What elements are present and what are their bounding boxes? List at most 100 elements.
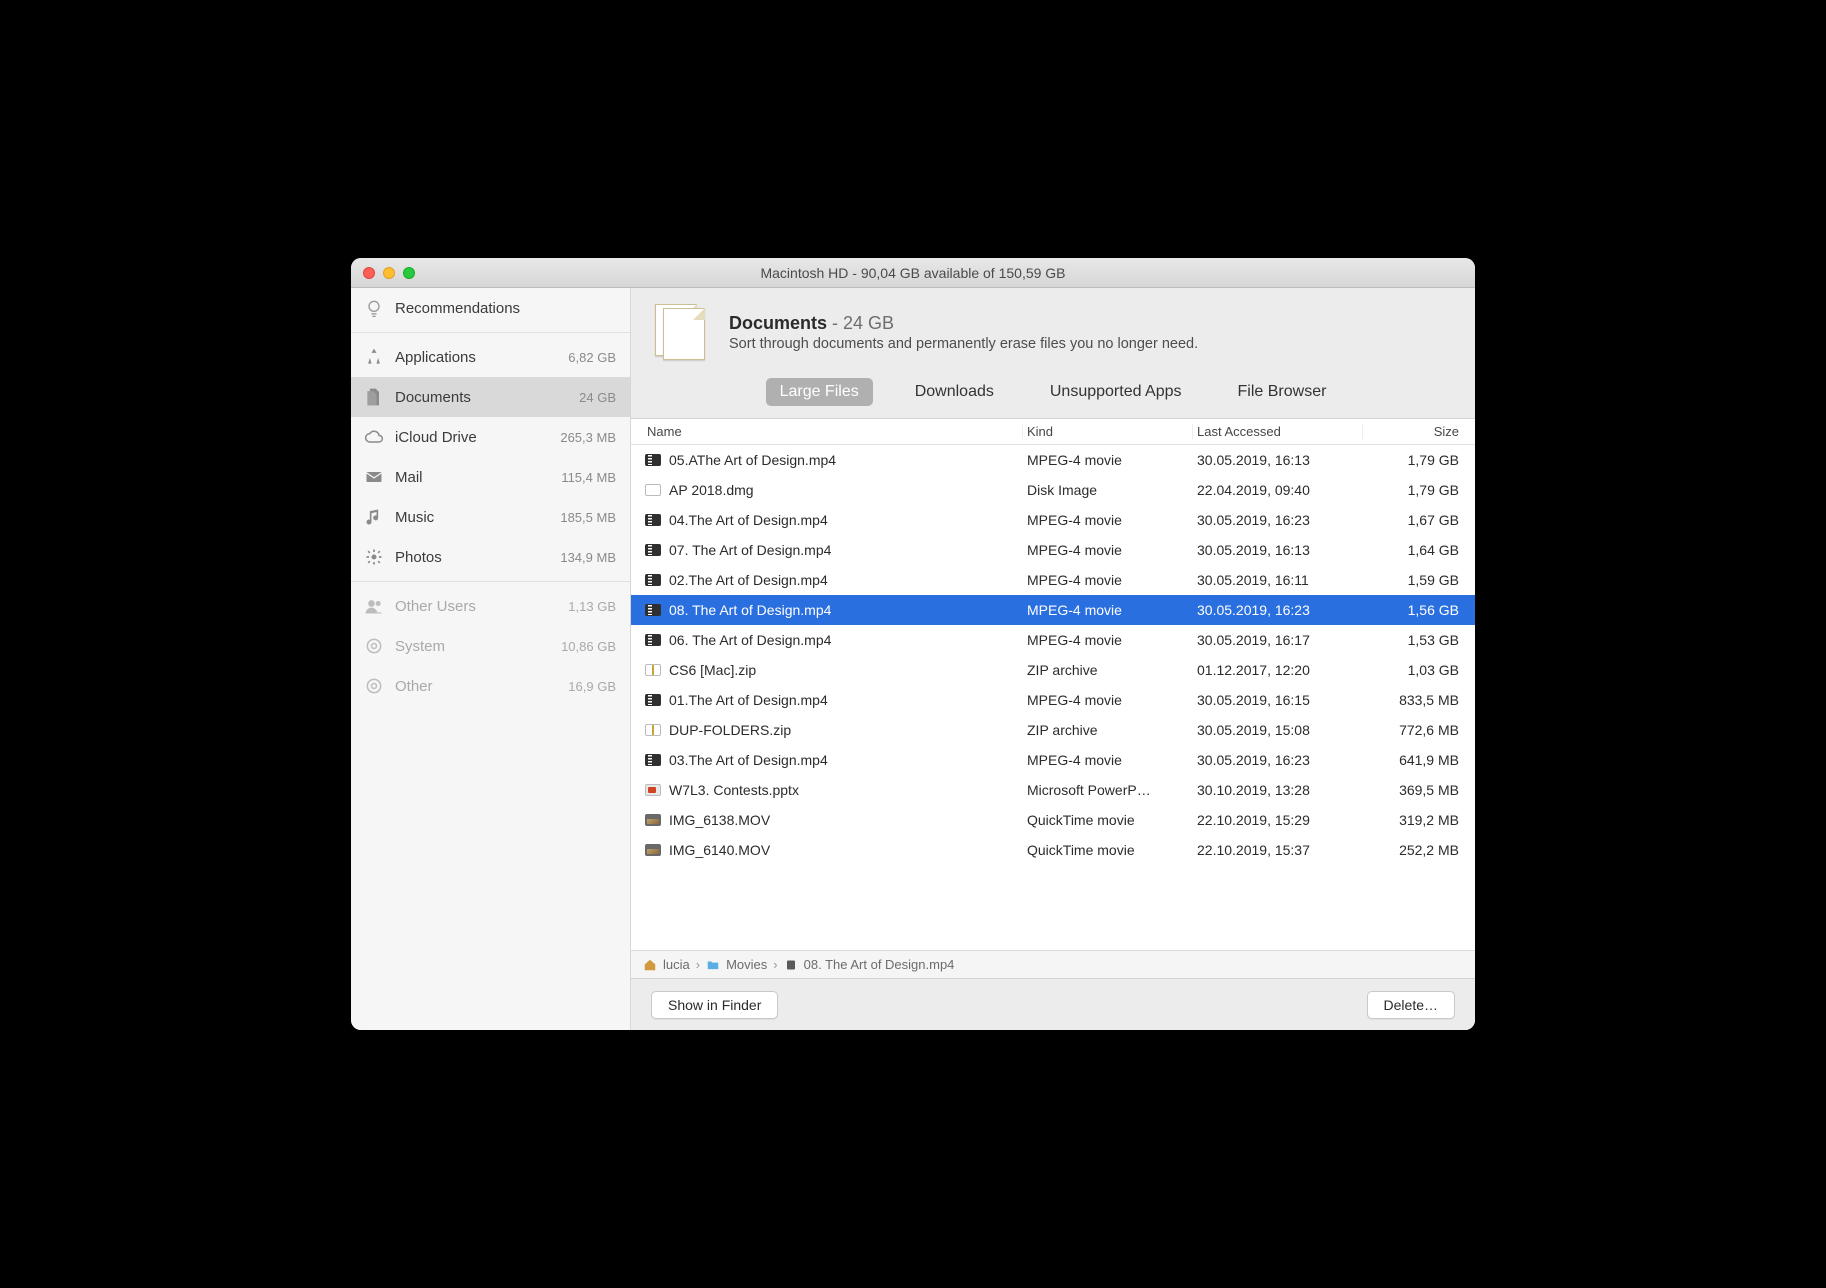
table-row[interactable]: 03.The Art of Design.mp4MPEG-4 movie30.0… [631, 745, 1475, 775]
folder-icon [706, 958, 720, 972]
sidebar-item-size: 185,5 MB [560, 510, 616, 525]
file-type-icon [645, 514, 661, 526]
sidebar-item-other: Other16,9 GB [351, 666, 630, 706]
table-row[interactable]: 07. The Art of Design.mp4MPEG-4 movie30.… [631, 535, 1475, 565]
sidebar-item-mail[interactable]: Mail115,4 MB [351, 457, 630, 497]
file-accessed: 30.05.2019, 15:08 [1193, 722, 1363, 738]
table-row[interactable]: 04.The Art of Design.mp4MPEG-4 movie30.0… [631, 505, 1475, 535]
titlebar[interactable]: Macintosh HD - 90,04 GB available of 150… [351, 258, 1475, 288]
file-kind: MPEG-4 movie [1023, 452, 1193, 468]
table-row[interactable]: IMG_6140.MOVQuickTime movie22.10.2019, 1… [631, 835, 1475, 865]
delete-button[interactable]: Delete… [1367, 991, 1455, 1019]
close-icon[interactable] [363, 267, 375, 279]
sidebar-item-size: 265,3 MB [560, 430, 616, 445]
table-row[interactable]: AP 2018.dmgDisk Image22.04.2019, 09:401,… [631, 475, 1475, 505]
sidebar-item-label: Music [395, 509, 550, 526]
header-title: Documents [729, 313, 827, 333]
file-type-icon [645, 724, 661, 736]
path-item[interactable]: Movies [706, 957, 767, 972]
file-size: 1,64 GB [1363, 542, 1463, 558]
sidebar-item-icloud-drive[interactable]: iCloud Drive265,3 MB [351, 417, 630, 457]
table-row[interactable]: 06. The Art of Design.mp4MPEG-4 movie30.… [631, 625, 1475, 655]
chevron-right-icon: › [773, 957, 777, 972]
home-icon [643, 958, 657, 972]
table-row[interactable]: 08. The Art of Design.mp4MPEG-4 movie30.… [631, 595, 1475, 625]
path-label: Movies [726, 957, 767, 972]
sidebar-item-applications[interactable]: Applications6,82 GB [351, 337, 630, 377]
file-kind: MPEG-4 movie [1023, 752, 1193, 768]
file-size: 1,59 GB [1363, 572, 1463, 588]
maximize-icon[interactable] [403, 267, 415, 279]
file-size: 1,03 GB [1363, 662, 1463, 678]
sidebar-item-size: 16,9 GB [568, 679, 616, 694]
file-kind: MPEG-4 movie [1023, 572, 1193, 588]
file-type-icon [645, 664, 661, 676]
path-label: 08. The Art of Design.mp4 [804, 957, 955, 972]
file-accessed: 22.04.2019, 09:40 [1193, 482, 1363, 498]
file-name: 07. The Art of Design.mp4 [643, 542, 1023, 558]
file-kind: MPEG-4 movie [1023, 542, 1193, 558]
sidebar-item-label: Mail [395, 469, 551, 486]
file-table: Name Kind Last Accessed Size 05.AThe Art… [631, 418, 1475, 950]
tab-unsupported-apps[interactable]: Unsupported Apps [1036, 378, 1196, 406]
file-accessed: 30.05.2019, 16:11 [1193, 572, 1363, 588]
minimize-icon[interactable] [383, 267, 395, 279]
file-type-icon [645, 454, 661, 466]
file-accessed: 30.05.2019, 16:15 [1193, 692, 1363, 708]
file-size: 369,5 MB [1363, 782, 1463, 798]
column-size[interactable]: Size [1363, 424, 1463, 439]
users-icon [363, 595, 385, 617]
sidebar-item-music[interactable]: Music 185,5 MB [351, 497, 630, 537]
show-in-finder-button[interactable]: Show in Finder [651, 991, 778, 1019]
tab-bar: Large Files Downloads Unsupported Apps File… [631, 368, 1475, 418]
tab-file-browser[interactable]: File Browser [1224, 378, 1341, 406]
file-type-icon [645, 784, 661, 796]
file-name: IMG_6138.MOV [643, 812, 1023, 828]
file-accessed: 30.05.2019, 16:17 [1193, 632, 1363, 648]
file-kind: MPEG-4 movie [1023, 602, 1193, 618]
file-type-icon [645, 604, 661, 616]
file-kind: MPEG-4 movie [1023, 512, 1193, 528]
sidebar-recommendations[interactable]: Recommendations [351, 288, 630, 328]
file-accessed: 30.05.2019, 16:13 [1193, 452, 1363, 468]
path-bar[interactable]: lucia›Movies›08. The Art of Design.mp4 [631, 950, 1475, 978]
other-icon [363, 675, 385, 697]
sidebar-item-label: Applications [395, 349, 558, 366]
file-size: 252,2 MB [1363, 842, 1463, 858]
mail-icon [363, 466, 385, 488]
tab-large-files[interactable]: Large Files [766, 378, 873, 406]
column-accessed[interactable]: Last Accessed [1193, 424, 1363, 439]
sidebar-item-label: System [395, 638, 551, 655]
sidebar-item-documents[interactable]: Documents24 GB [351, 377, 630, 417]
table-body[interactable]: 05.AThe Art of Design.mp4MPEG-4 movie30.… [631, 445, 1475, 950]
docs-icon [363, 386, 385, 408]
column-kind[interactable]: Kind [1023, 424, 1193, 439]
table-row[interactable]: 05.AThe Art of Design.mp4MPEG-4 movie30.… [631, 445, 1475, 475]
tab-downloads[interactable]: Downloads [901, 378, 1008, 406]
table-header[interactable]: Name Kind Last Accessed Size [631, 419, 1475, 445]
file-name: IMG_6140.MOV [643, 842, 1023, 858]
file-accessed: 30.05.2019, 16:23 [1193, 752, 1363, 768]
file-type-icon [645, 754, 661, 766]
file-kind: ZIP archive [1023, 662, 1193, 678]
sidebar-item-photos[interactable]: Photos134,9 MB [351, 537, 630, 577]
sidebar-item-size: 134,9 MB [560, 550, 616, 565]
table-row[interactable]: IMG_6138.MOVQuickTime movie22.10.2019, 1… [631, 805, 1475, 835]
table-row[interactable]: W7L3. Contests.pptxMicrosoft PowerP…30.1… [631, 775, 1475, 805]
system-icon [363, 635, 385, 657]
file-name: AP 2018.dmg [643, 482, 1023, 498]
table-row[interactable]: 02.The Art of Design.mp4MPEG-4 movie30.0… [631, 565, 1475, 595]
table-row[interactable]: DUP-FOLDERS.zipZIP archive30.05.2019, 15… [631, 715, 1475, 745]
table-row[interactable]: 01.The Art of Design.mp4MPEG-4 movie30.0… [631, 685, 1475, 715]
path-item[interactable]: lucia [643, 957, 690, 972]
sidebar-item-label: Documents [395, 389, 569, 406]
path-item[interactable]: 08. The Art of Design.mp4 [784, 957, 955, 972]
column-name[interactable]: Name [643, 424, 1023, 439]
file-kind: QuickTime movie [1023, 812, 1193, 828]
storage-window: Macintosh HD - 90,04 GB available of 150… [351, 258, 1475, 1030]
sidebar-item-size: 1,13 GB [568, 599, 616, 614]
table-row[interactable]: CS6 [Mac].zipZIP archive01.12.2017, 12:2… [631, 655, 1475, 685]
file-size: 319,2 MB [1363, 812, 1463, 828]
path-label: lucia [663, 957, 690, 972]
music-icon [363, 506, 385, 528]
